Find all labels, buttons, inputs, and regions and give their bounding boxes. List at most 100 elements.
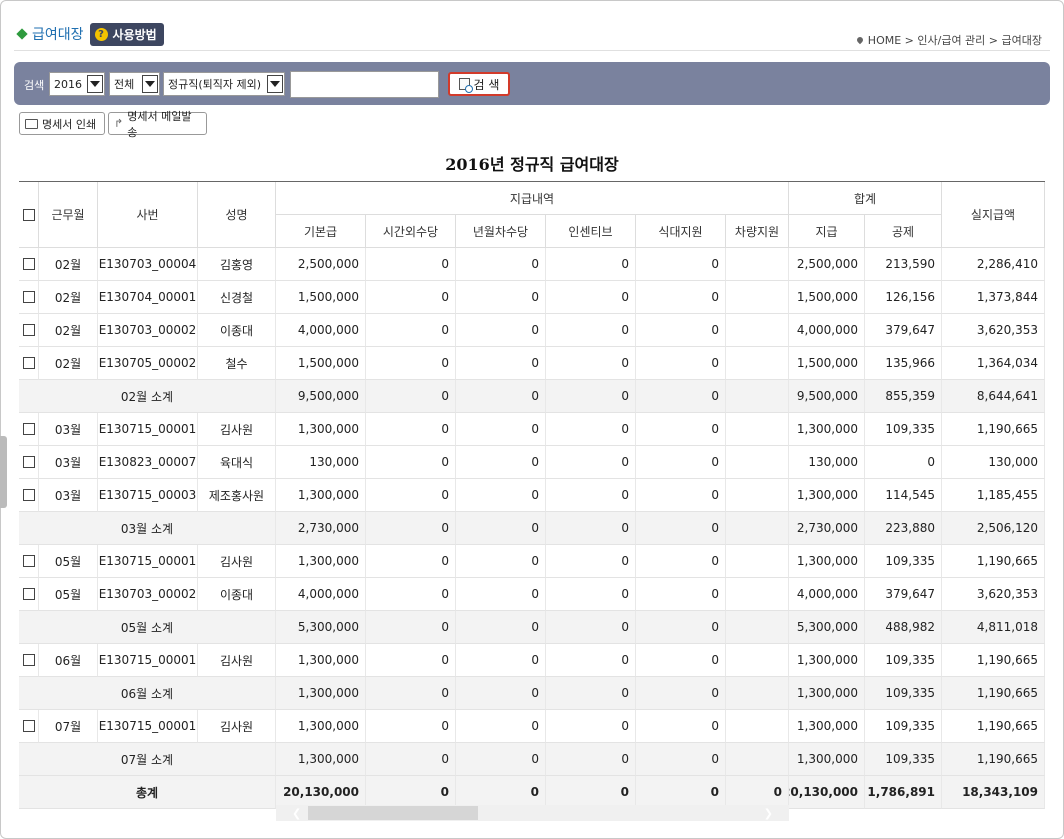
cell-paid: 4,000,000 [789,314,865,347]
email-statement-button[interactable]: ↱ 명세서 메일발송 [108,110,207,139]
cell-deduct-text: 109,335 [885,422,935,436]
header-name: 성명 [198,182,276,248]
cell-deduct: 109,335 [865,743,942,776]
cell-meal: 0 [636,314,726,347]
cell-empno-text: E130715_00001 [98,653,197,667]
cell-name: 이종대 [198,578,276,611]
cell-incentive-text: 0 [621,587,629,601]
cell-month: 03월 [39,413,98,446]
row-checkbox[interactable] [22,456,35,468]
cell-annual: 0 [456,512,546,545]
row-checkbox[interactable] [22,720,35,732]
cell-deduct: 109,335 [865,545,942,578]
cell-month: 02월 [39,314,98,347]
row-checkbox[interactable] [22,489,35,501]
cell-net: 1,190,665 [942,644,1045,677]
cell-net-text: 2,286,410 [976,257,1038,271]
cell-overtime-text: 0 [441,290,449,304]
row-checkbox[interactable] [22,654,35,666]
cell-incentive-text: 0 [621,389,629,403]
cell-name-text: 김사원 [219,719,254,734]
search-button[interactable]: 검 색 [448,72,510,96]
scrollbar-thumb[interactable] [308,806,478,820]
year-select[interactable]: 2016 [49,72,105,96]
row-checkbox[interactable] [22,357,35,369]
forward-arrow-icon: ↱ [114,117,124,130]
row-checkbox[interactable] [22,291,35,303]
cell-meal-text: 0 [711,488,719,502]
cell-paid-text: 2,730,000 [796,521,858,535]
cell-annual: 0 [456,281,546,314]
cell-name-text: 육대식 [219,455,254,470]
cell-overtime: 0 [366,248,456,281]
cell-overtime: 0 [366,677,456,710]
header-empno: 사번 [98,182,198,248]
print-statement-button[interactable]: 명세서 인쇄 [19,112,105,135]
cell-net-text: 1,190,665 [976,554,1038,568]
cell-paid-text: 1,300,000 [796,488,858,502]
cell-incentive-text: 0 [621,257,629,271]
cell-deduct-text: 114,545 [885,488,935,502]
cell-net: 18,343,109 [942,776,1045,809]
cell-car [726,578,789,611]
row-checkbox[interactable] [22,258,35,270]
scope-select[interactable]: 전체 [109,72,160,96]
chevron-down-icon [142,75,158,93]
side-toggle-handle[interactable] [0,436,7,508]
search-button-label: 검 색 [473,77,500,92]
cell-car [726,413,789,446]
row-checkbox[interactable] [22,588,35,600]
cell-base: 9,500,000 [276,380,366,413]
cell-annual-text: 0 [531,323,539,337]
scroll-left-icon[interactable]: ❮ [292,807,301,820]
search-input[interactable] [290,71,439,98]
cell-month-text: 03월 [54,488,82,503]
cell-incentive: 0 [546,644,636,677]
cell-paid: 1,300,000 [789,413,865,446]
cell-paid-text: 1,300,000 [796,752,858,766]
cell-annual-text: 0 [531,389,539,403]
row-checkbox[interactable] [22,555,35,567]
cell-base: 1,300,000 [276,710,366,743]
header-paid-text: 지급 [815,224,838,239]
cell-annual: 0 [456,710,546,743]
cell-incentive: 0 [546,281,636,314]
cell-car [726,248,789,281]
cell-annual: 0 [456,347,546,380]
cell-net: 1,364,034 [942,347,1045,380]
cell-meal: 0 [636,248,726,281]
cell-paid-text: 1,500,000 [796,356,858,370]
cell-meal-text: 0 [711,455,719,469]
cell-car [726,479,789,512]
cell-overtime: 0 [366,479,456,512]
header-incentive-text: 인센티브 [568,224,613,239]
cell-base: 1,300,000 [276,413,366,446]
employment-select[interactable]: 정규직(퇴직자 제외) [163,72,285,96]
cell-meal-text: 0 [711,554,719,568]
cell-overtime-text: 0 [441,686,449,700]
cell-paid: 1,300,000 [789,743,865,776]
row-checkbox[interactable] [22,324,35,336]
cell-month-text: 02월 [54,323,82,338]
cell-month: 02월 [39,248,98,281]
cell-deduct-text: 223,880 [885,521,935,535]
location-pin-icon [855,35,865,45]
cell-overtime-text: 0 [441,323,449,337]
cell-empno: E130703_00004 [98,248,198,281]
horizontal-scrollbar[interactable]: ❮ ❯ [276,805,789,821]
cell-base-text: 4,000,000 [297,323,359,337]
howto-button[interactable]: ? 사용방법 [89,22,164,46]
scroll-right-icon[interactable]: ❯ [764,807,773,820]
cell-car [726,545,789,578]
select-all-checkbox[interactable] [22,208,35,221]
cell-meal-text: 0 [711,422,719,436]
cell-annual-text: 0 [531,719,539,733]
cell-incentive: 0 [546,380,636,413]
cell-empno: E130823_00007 [98,446,198,479]
cell-name-text: 이종대 [219,323,254,338]
cell-paid-text: 4,000,000 [796,323,858,337]
row-checkbox[interactable] [22,423,35,435]
cell-net-text: 2,506,120 [976,521,1038,535]
cell-paid: 1,300,000 [789,479,865,512]
cell-paid-text: 1,300,000 [796,422,858,436]
